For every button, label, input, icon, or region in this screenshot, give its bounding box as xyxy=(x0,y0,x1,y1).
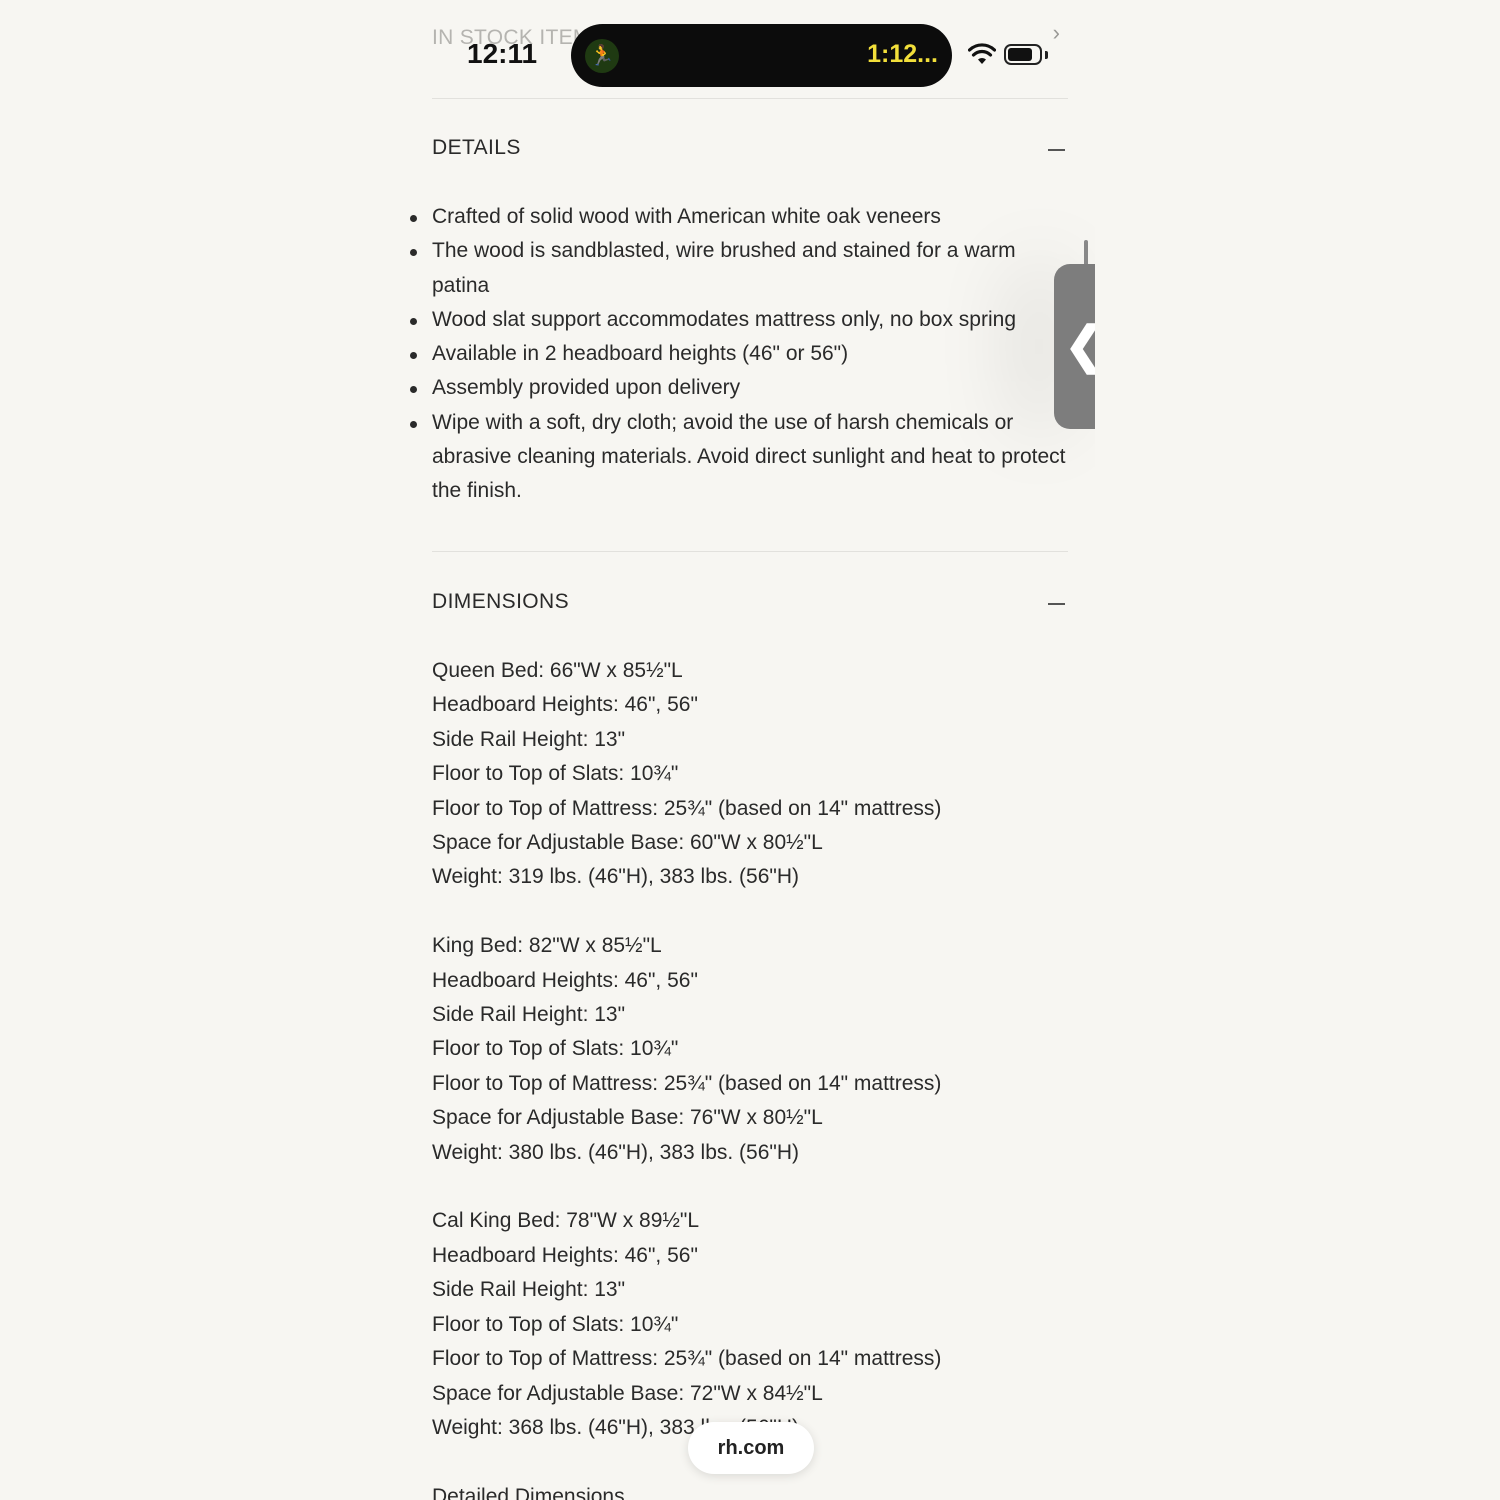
wifi-icon xyxy=(968,43,996,64)
details-list-item: Available in 2 headboard heights (46" or… xyxy=(410,337,1072,371)
dimension-line: Floor to Top of Mattress: 25¾" (based on… xyxy=(432,796,942,820)
dimension-line: Space for Adjustable Base: 76"W x 80½"L xyxy=(432,1106,823,1130)
dimension-line: Space for Adjustable Base: 72"W x 84½"L xyxy=(432,1381,823,1405)
dimension-line: Weight: 319 lbs. (46"H), 383 lbs. (56"H) xyxy=(432,865,800,889)
dynamic-island[interactable]: 🏃 1:12... xyxy=(571,24,952,87)
dimension-line: Floor to Top of Slats: 10¾" xyxy=(432,762,679,786)
dimension-line: Floor to Top of Slats: 10¾" xyxy=(432,1312,679,1336)
dimensions-heading[interactable]: DIMENSIONS xyxy=(432,590,569,614)
dimension-line: Space for Adjustable Base: 60"W x 80½"L xyxy=(432,831,823,855)
battery-cap xyxy=(1045,51,1048,59)
side-panel-tab[interactable]: ❮ xyxy=(1054,264,1095,429)
details-list: Crafted of solid wood with American whit… xyxy=(410,200,1072,509)
details-collapse-icon[interactable] xyxy=(1048,149,1065,151)
battery-icon xyxy=(1004,44,1042,65)
dimension-line: Floor to Top of Mattress: 25¾" (based on… xyxy=(432,1347,942,1371)
activity-timer: 1:12... xyxy=(867,40,938,68)
dimension-line: King Bed: 82"W x 85½"L xyxy=(432,934,662,958)
dimension-line: Weight: 380 lbs. (46"H), 383 lbs. (56"H) xyxy=(432,1140,800,1164)
dimension-line: Side Rail Height: 13" xyxy=(432,727,626,751)
dimension-line: Side Rail Height: 13" xyxy=(432,1003,626,1027)
dimension-line: Floor to Top of Mattress: 25¾" (based on… xyxy=(432,1071,942,1095)
chevron-right-icon: › xyxy=(1052,20,1060,45)
detailed-dimensions-link[interactable]: Detailed Dimensions xyxy=(432,1480,1068,1500)
dimension-line: Side Rail Height: 13" xyxy=(432,1278,626,1302)
dimension-group: Queen Bed: 66"W x 85½"L Headboard Heights… xyxy=(432,654,1068,895)
details-list-item: Crafted of solid wood with American whit… xyxy=(410,200,1072,234)
dimensions-collapse-icon[interactable] xyxy=(1048,603,1065,605)
details-list-item: Assembly provided upon delivery xyxy=(410,371,1072,405)
dimension-line: Headboard Heights: 46", 56" xyxy=(432,693,698,717)
url-bar[interactable]: rh.com xyxy=(688,1422,814,1474)
dimension-line: Floor to Top of Slats: 10¾" xyxy=(432,1037,679,1061)
details-heading[interactable]: DETAILS xyxy=(432,136,521,160)
dimension-line: Headboard Heights: 46", 56" xyxy=(432,1243,698,1267)
details-list-item: Wood slat support accommodates mattress … xyxy=(410,303,1072,337)
dimensions-list: Queen Bed: 66"W x 85½"L Headboard Heights… xyxy=(432,654,1068,1500)
dimension-group: King Bed: 82"W x 85½"L Headboard Heights:… xyxy=(432,929,1068,1170)
details-list-item: Wipe with a soft, dry cloth; avoid the u… xyxy=(410,406,1072,509)
dimension-line: Queen Bed: 66"W x 85½"L xyxy=(432,659,683,682)
chevron-left-icon: ❮ xyxy=(1064,316,1095,374)
status-time: 12:11 xyxy=(467,38,538,69)
divider xyxy=(432,551,1068,552)
dimension-line: Cal King Bed: 78"W x 89½"L xyxy=(432,1209,700,1233)
treadmill-icon: 🏃 xyxy=(585,39,619,73)
phone-screen: IN STOCK ITEMS › DETAILS Crafted of soli… xyxy=(405,0,1095,1500)
details-list-item: The wood is sandblasted, wire brushed an… xyxy=(410,234,1072,303)
dimension-group: Cal King Bed: 78"W x 89½"L Headboard Heig… xyxy=(432,1204,1068,1445)
dimension-line: Headboard Heights: 46", 56" xyxy=(432,968,698,992)
